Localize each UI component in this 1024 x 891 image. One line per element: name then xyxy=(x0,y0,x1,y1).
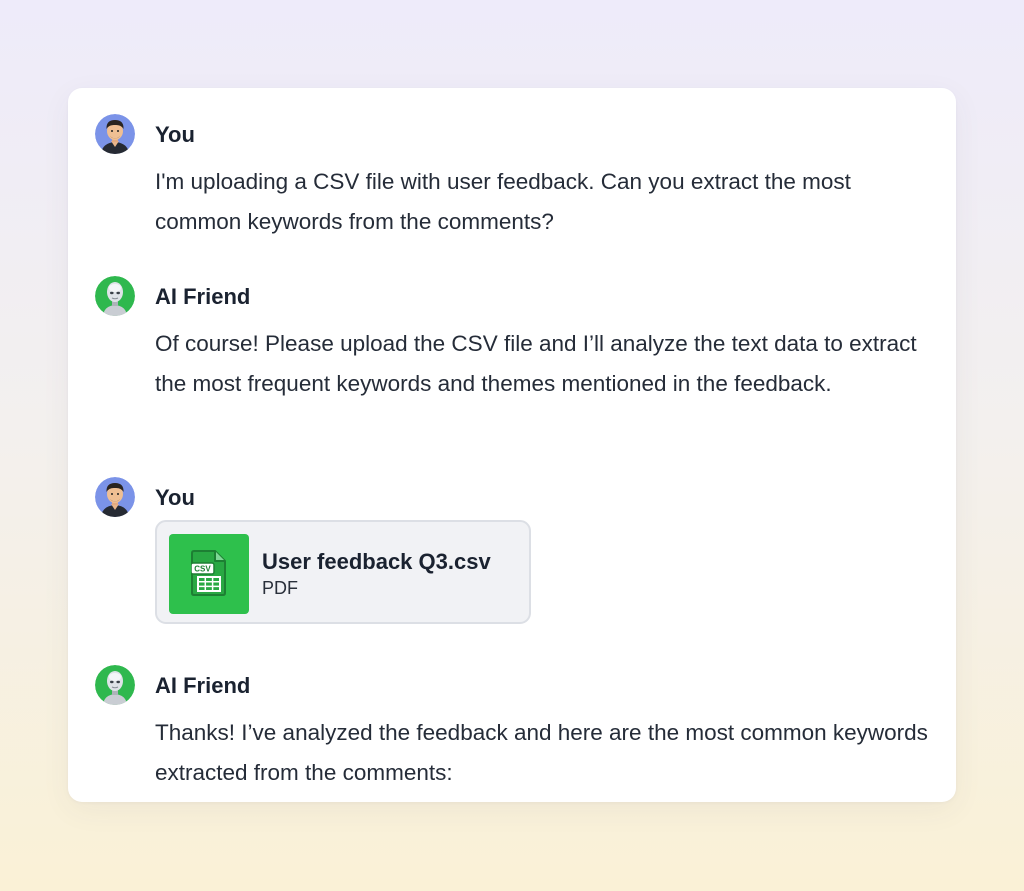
robot-avatar-icon xyxy=(95,665,135,705)
csv-icon-label: CSV xyxy=(194,565,211,574)
robot-avatar-icon xyxy=(95,276,135,316)
file-attachment[interactable]: CSV User feedback Q3.csv PDF xyxy=(155,520,531,624)
message-author: AI Friend xyxy=(155,284,251,309)
csv-file-icon: CSV xyxy=(169,534,249,614)
message-ai: AI Friend Of course! Please upload the C… xyxy=(95,276,936,446)
message-author: You xyxy=(155,485,195,510)
file-name: User feedback Q3.csv xyxy=(262,549,491,574)
message-user: You I'm uploading a CSV file with user f… xyxy=(95,114,936,244)
message-ai: AI Friend Thanks! I’ve analyzed the feed… xyxy=(95,665,936,795)
chat-card: You I'm uploading a CSV file with user f… xyxy=(68,88,956,802)
file-type: PDF xyxy=(262,578,298,598)
message-text: Thanks! I’ve analyzed the feedback and h… xyxy=(155,720,928,785)
message-user-attachment: You CSV User feedback Q3.csv PDF xyxy=(95,477,936,627)
message-text: I'm uploading a CSV file with user feedb… xyxy=(155,169,851,234)
user-avatar-icon xyxy=(95,477,135,517)
message-author: AI Friend xyxy=(155,673,251,698)
message-author: You xyxy=(155,122,195,147)
user-avatar-icon xyxy=(95,114,135,154)
message-text: Of course! Please upload the CSV file an… xyxy=(155,331,917,396)
